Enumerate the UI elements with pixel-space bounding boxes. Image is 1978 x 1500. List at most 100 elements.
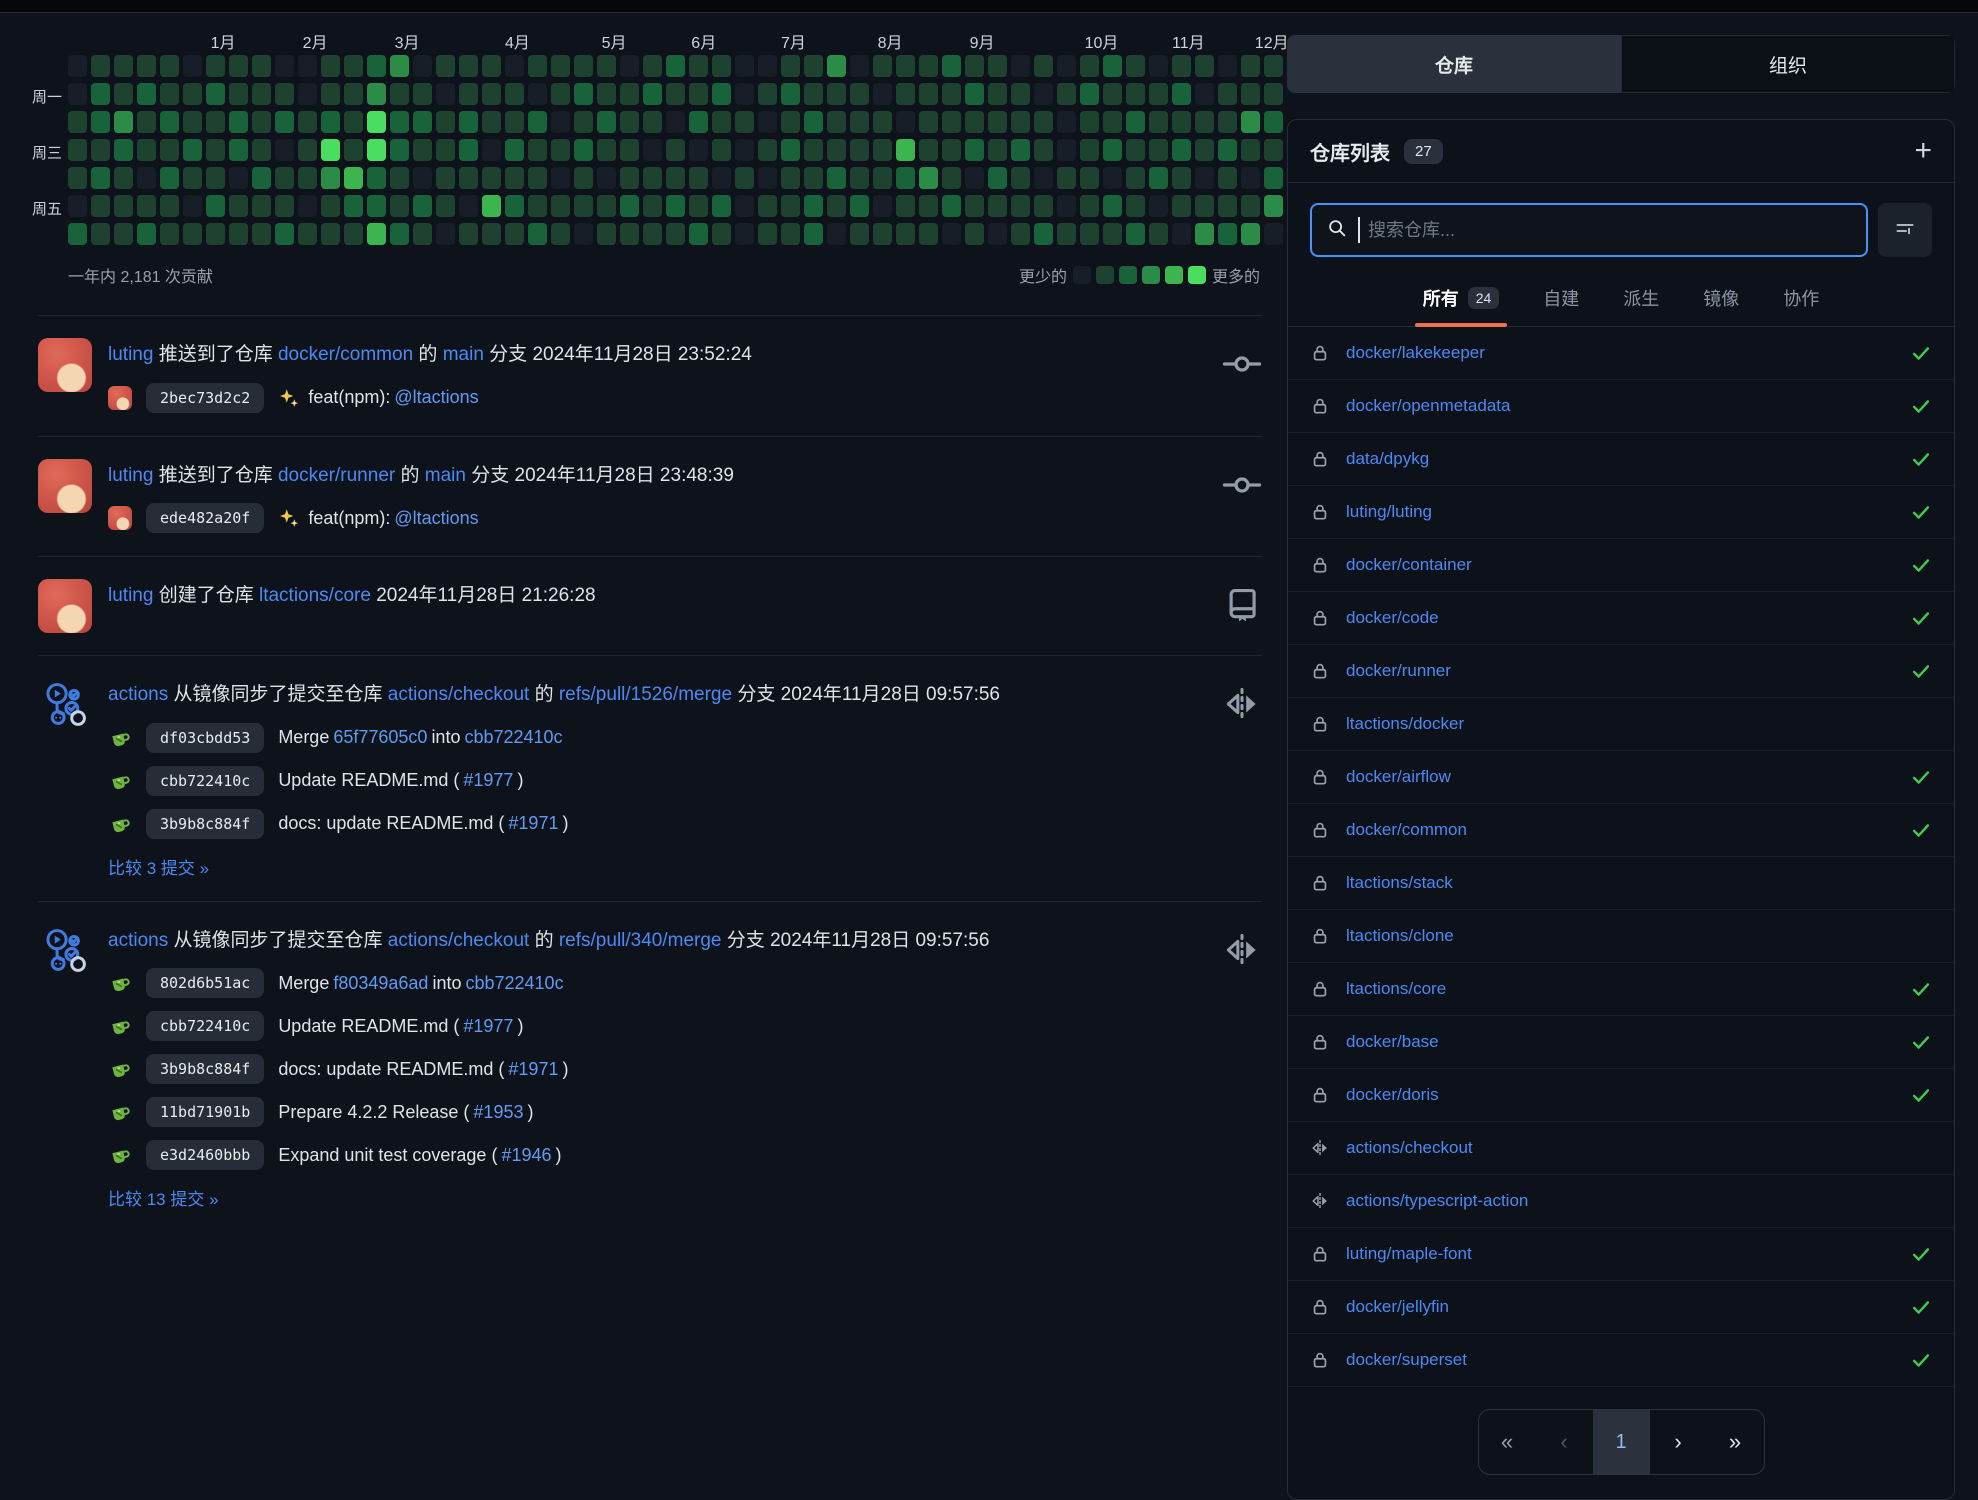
text-link[interactable]: #1977 <box>463 1016 513 1037</box>
repo-link[interactable]: data/dpykg <box>1346 449 1429 469</box>
repo-link[interactable]: luting/luting <box>1346 502 1432 522</box>
repo-link[interactable]: docker/doris <box>1346 1085 1439 1105</box>
repo-row[interactable]: data/dpykg <box>1288 432 1954 485</box>
repo-filter-tab-1[interactable]: 自建 <box>1541 273 1581 326</box>
text-link[interactable]: main <box>443 344 484 365</box>
repo-link[interactable]: docker/container <box>1346 555 1472 575</box>
text-link[interactable]: refs/pull/340/merge <box>559 930 722 951</box>
repo-row[interactable]: docker/openmetadata <box>1288 379 1954 432</box>
add-repo-button[interactable]: + <box>1914 136 1932 166</box>
repo-link[interactable]: docker/lakekeeper <box>1346 343 1485 363</box>
commit-hash-badge[interactable]: 3b9b8c884f <box>146 1054 264 1084</box>
repo-link[interactable]: actions/typescript-action <box>1346 1191 1528 1211</box>
avatar[interactable] <box>38 459 92 513</box>
filter-button[interactable] <box>1878 203 1932 257</box>
text-link[interactable]: docker/runner <box>278 465 395 486</box>
commit-hash-badge[interactable]: 2bec73d2c2 <box>146 383 264 413</box>
text-link[interactable]: #1946 <box>501 1145 551 1166</box>
avatar[interactable] <box>38 579 92 633</box>
text-link[interactable]: actions/checkout <box>388 684 530 705</box>
compare-commits-link[interactable]: 比较 3 提交 » <box>108 854 1200 879</box>
text-link[interactable]: #1971 <box>508 1059 558 1080</box>
text-link[interactable]: docker/common <box>278 344 413 365</box>
text-link[interactable]: actions <box>108 684 168 705</box>
repo-link[interactable]: luting/maple-font <box>1346 1244 1472 1264</box>
repo-row[interactable]: actions/checkout <box>1288 1121 1954 1174</box>
text-link[interactable]: actions/checkout <box>388 930 530 951</box>
text-link[interactable]: luting <box>108 344 153 365</box>
repo-link[interactable]: ltactions/docker <box>1346 714 1464 734</box>
pagination-first[interactable]: « <box>1479 1410 1536 1474</box>
repo-row[interactable]: docker/superset <box>1288 1333 1954 1386</box>
repo-filter-tab-4[interactable]: 协作 <box>1781 273 1821 326</box>
avatar[interactable] <box>108 506 132 530</box>
panel-tab-organizations[interactable]: 组织 <box>1621 35 1955 93</box>
workflow-avatar[interactable] <box>38 924 92 978</box>
repo-row[interactable]: docker/base <box>1288 1015 1954 1068</box>
repo-row[interactable]: docker/doris <box>1288 1068 1954 1121</box>
repo-filter-tab-0[interactable]: 所有24 <box>1421 273 1502 326</box>
workflow-avatar[interactable] <box>38 678 92 732</box>
repo-row[interactable]: luting/luting <box>1288 485 1954 538</box>
text-link[interactable]: #1971 <box>508 813 558 834</box>
commit-hash-badge[interactable]: cbb722410c <box>146 766 264 796</box>
repo-link[interactable]: docker/openmetadata <box>1346 396 1510 416</box>
text-link[interactable]: luting <box>108 465 153 486</box>
repo-filter-tab-3[interactable]: 镜像 <box>1701 273 1741 326</box>
repo-row[interactable]: docker/jellyfin <box>1288 1280 1954 1333</box>
repo-row[interactable]: ltactions/clone <box>1288 909 1954 962</box>
text-link[interactable]: #1953 <box>473 1102 523 1123</box>
repo-link[interactable]: docker/runner <box>1346 661 1451 681</box>
repo-link[interactable]: ltactions/stack <box>1346 873 1453 893</box>
repo-row[interactable]: docker/code <box>1288 591 1954 644</box>
text-link[interactable]: cbb722410c <box>464 727 562 748</box>
repo-row[interactable]: luting/maple-font <box>1288 1227 1954 1280</box>
repo-row[interactable]: ltactions/stack <box>1288 856 1954 909</box>
commit-hash-badge[interactable]: 802d6b51ac <box>146 968 264 998</box>
text-link[interactable]: f80349a6ad <box>333 973 428 994</box>
repo-link[interactable]: docker/code <box>1346 608 1439 628</box>
commit-hash-badge[interactable]: ede482a20f <box>146 503 264 533</box>
repo-row[interactable]: docker/container <box>1288 538 1954 591</box>
repo-row[interactable]: actions/typescript-action <box>1288 1174 1954 1227</box>
commit-hash-badge[interactable]: 3b9b8c884f <box>146 809 264 839</box>
text-link[interactable]: luting <box>108 585 153 606</box>
repo-link[interactable]: actions/checkout <box>1346 1138 1473 1158</box>
avatar[interactable] <box>108 386 132 410</box>
repo-row[interactable]: ltactions/docker <box>1288 697 1954 750</box>
text-link[interactable]: 65f77605c0 <box>333 727 427 748</box>
repo-row[interactable]: ltactions/core <box>1288 962 1954 1015</box>
repo-link[interactable]: docker/base <box>1346 1032 1439 1052</box>
repo-row[interactable]: docker/lakekeeper <box>1288 327 1954 379</box>
avatar[interactable] <box>38 338 92 392</box>
repo-link[interactable]: docker/airflow <box>1346 767 1451 787</box>
repo-search-box[interactable] <box>1310 203 1868 257</box>
commit-hash-badge[interactable]: cbb722410c <box>146 1011 264 1041</box>
pagination-next[interactable]: › <box>1650 1410 1707 1474</box>
text-link[interactable]: refs/pull/1526/merge <box>559 684 732 705</box>
commit-hash-badge[interactable]: 11bd71901b <box>146 1097 264 1127</box>
commit-hash-badge[interactable]: e3d2460bbb <box>146 1140 264 1170</box>
panel-tab-repositories[interactable]: 仓库 <box>1287 35 1621 93</box>
text-link[interactable]: @ltactions <box>394 387 478 408</box>
pagination-prev[interactable]: ‹ <box>1536 1410 1593 1474</box>
text-link[interactable]: cbb722410c <box>465 973 563 994</box>
repo-filter-tab-2[interactable]: 派生 <box>1621 273 1661 326</box>
repo-row[interactable]: docker/airflow <box>1288 750 1954 803</box>
repo-link[interactable]: docker/superset <box>1346 1350 1467 1370</box>
text-link[interactable]: #1977 <box>463 770 513 791</box>
text-link[interactable]: ltactions/core <box>259 585 371 606</box>
repo-link[interactable]: docker/jellyfin <box>1346 1297 1449 1317</box>
repo-link[interactable]: docker/common <box>1346 820 1467 840</box>
text-link[interactable]: main <box>425 465 466 486</box>
repo-row[interactable]: docker/common <box>1288 803 1954 856</box>
text-link[interactable]: actions <box>108 930 168 951</box>
pagination-page-1[interactable]: 1 <box>1593 1410 1650 1474</box>
search-input[interactable] <box>1366 219 1852 242</box>
repo-row[interactable]: docker/runner <box>1288 644 1954 697</box>
compare-commits-link[interactable]: 比较 13 提交 » <box>108 1185 1200 1210</box>
text-link[interactable]: @ltactions <box>394 508 478 529</box>
repo-link[interactable]: ltactions/clone <box>1346 926 1454 946</box>
repo-link[interactable]: ltactions/core <box>1346 979 1446 999</box>
commit-hash-badge[interactable]: df03cbdd53 <box>146 723 264 753</box>
